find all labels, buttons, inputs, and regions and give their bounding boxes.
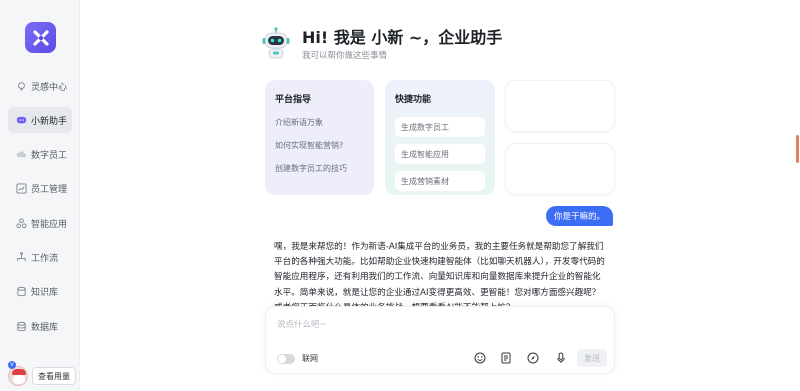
quick-actions-card: 快捷功能 生成数字员工 生成智能应用 生成营销素材 [385,80,495,195]
network-toggle[interactable] [277,354,295,364]
send-button[interactable]: 发送 [577,349,607,367]
generate-digital-staff-button[interactable]: 生成数字员工 [395,117,485,137]
user-footer: 查看用量 [8,365,78,387]
page-title: Hi! 我是 小新 ~，企业助手 [302,28,503,47]
generate-marketing-material-button[interactable]: 生成营销素材 [395,171,485,191]
view-usage-button[interactable]: 查看用量 [32,367,76,385]
db-icon [16,321,27,332]
greeting-header: Hi! 我是 小新 ~，企业助手 我可以帮你做这些事情 [260,27,502,61]
compass-icon[interactable] [526,351,540,365]
sidebar-item-inspiration[interactable]: 灵感中心 [8,73,72,99]
sidebar-item-label: 知识库 [31,288,59,299]
sidebar-item-knowledge-base[interactable]: 知识库 [8,279,72,305]
platform-guide-card: 平台指导 介绍新语万象 如何实现智能营销? 创建数字员工的技巧 [265,80,374,195]
generate-smart-app-button[interactable]: 生成智能应用 [395,144,485,164]
sidebar-item-digital-staff[interactable]: 数字员工 [8,142,72,168]
message-input[interactable]: 说点什么吧~ [277,318,327,330]
chat-icon [16,115,27,126]
sidebar-item-label: 员工管理 [31,185,68,196]
apps-icon [16,218,27,229]
main-area: Hi! 我是 小新 ~，企业助手 我可以帮你做这些事情 平台指导 介绍新语万象 … [80,0,800,391]
sidebar-item-label: 工作流 [31,253,59,264]
sidebar-item-label: 智能应用 [31,219,68,230]
sidebar-item-label: 数据库 [31,322,59,333]
sidebar-item-workflow[interactable]: 工作流 [8,244,72,270]
sidebar-item-label: 灵感中心 [31,82,68,93]
greeting-text: Hi! 我是 小新 ~，企业助手 我可以帮你做这些事情 [302,27,502,61]
message-composer: 说点什么吧~ 联网 发送 [265,306,615,374]
guide-link-create-staff[interactable]: 创建数字员工的技巧 [275,163,364,174]
guide-link-intro[interactable]: 介绍新语万象 [275,117,364,128]
sidebar-item-smart-apps[interactable]: 智能应用 [8,210,72,236]
microphone-icon[interactable] [554,351,568,365]
card-title: 快捷功能 [395,95,432,105]
sidebar: 灵感中心 小新助手 数字员工 员工管理 智能应用 工作流 知识库 数据库 查看用… [0,0,80,391]
scrollbar-thumb[interactable] [796,135,799,163]
chart-icon [16,183,27,194]
sidebar-item-assistant[interactable]: 小新助手 [8,107,72,134]
guide-link-marketing[interactable]: 如何实现智能营销? [275,140,364,151]
vip-badge: V [8,361,16,369]
scrollbar-track[interactable] [795,0,800,391]
user-message-bubble: 你是干嘛的。 [546,206,614,226]
placeholder-card-bottom [505,143,615,195]
cloud-icon [16,149,27,160]
logo-x-icon [32,29,49,46]
document-icon[interactable] [499,351,513,365]
avatar[interactable] [8,366,28,386]
sidebar-item-label: 小新助手 [31,116,68,127]
card-title: 平台指导 [275,95,312,105]
placeholder-card-top [505,80,615,132]
flow-icon [16,252,27,263]
app-logo[interactable] [25,22,56,53]
emoji-icon[interactable] [473,351,487,365]
robot-mascot-icon [260,27,292,61]
network-label: 联网 [302,354,318,363]
sidebar-item-label: 数字员工 [31,151,68,162]
sidebar-nav: 灵感中心 小新助手 数字员工 员工管理 智能应用 工作流 知识库 数据库 [8,73,72,347]
assistant-reply: 嘿，我是来帮您的！作为新语-AI集成平台的业务员，我的主要任务就是帮助您了解我们… [265,236,615,316]
database-icon [16,286,27,297]
sidebar-item-database[interactable]: 数据库 [8,313,72,339]
sidebar-item-staff-management[interactable]: 员工管理 [8,176,72,202]
bulb-icon [16,81,27,92]
page-subtitle: 我可以帮你做这些事情 [302,51,388,61]
